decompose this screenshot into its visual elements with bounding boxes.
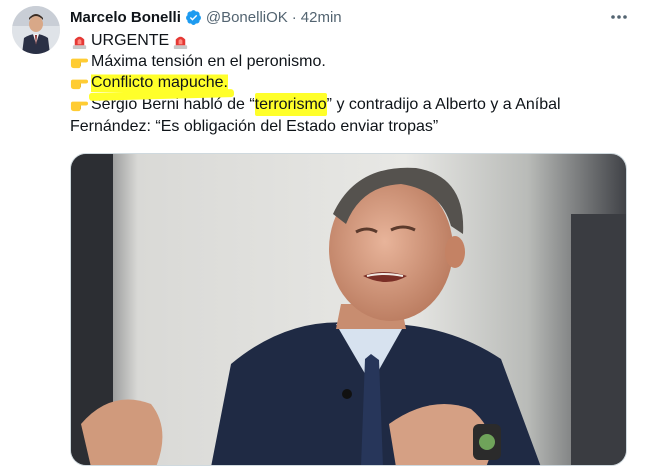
- tweet-fernandez-text: Fernández: “Es obligación del Estado env…: [70, 118, 439, 135]
- backhand-index-pointing-right-icon: [70, 79, 89, 90]
- tweet-terrorismo-term: terrorismo: [254, 93, 327, 116]
- tweet-mapuche-text: Conflicto mapuche.: [91, 72, 228, 93]
- tweet-line-mapuche: Conflicto mapuche.: [70, 72, 630, 93]
- header-separator: ·: [291, 8, 297, 26]
- tweet-header: Marcelo Bonelli @BonelliOK · 42min: [70, 7, 609, 27]
- tweet-urgente-text: URGENTE: [91, 32, 170, 49]
- tweet-line-fernandez: Fernández: “Es obligación del Estado env…: [70, 116, 630, 137]
- police-light-icon: [174, 36, 188, 50]
- police-light-icon: [72, 36, 87, 50]
- verified-badge-icon: [185, 9, 201, 25]
- tweet-timestamp[interactable]: 42min: [301, 9, 342, 26]
- author-handle[interactable]: @BonelliOK: [206, 9, 288, 26]
- tweet-text: URGENTE Máxima tensión en el peronismo. …: [70, 30, 630, 137]
- backhand-index-pointing-right-icon: [70, 101, 89, 112]
- backhand-index-pointing-right-icon: [70, 58, 89, 69]
- tweet-berni-post: ” y contradijo a Alberto y a Aníbal: [326, 96, 561, 113]
- tweet-photo[interactable]: [70, 153, 627, 466]
- tweet-line-peronismo: Máxima tensión en el peronismo.: [70, 51, 630, 72]
- more-options-icon[interactable]: [609, 7, 629, 27]
- author-avatar[interactable]: [12, 6, 60, 54]
- photo-illustration: [71, 154, 626, 465]
- tweet-peronismo-text: Máxima tensión en el peronismo.: [91, 53, 326, 70]
- tweet-line-urgente: URGENTE: [70, 30, 630, 51]
- author-name[interactable]: Marcelo Bonelli: [70, 9, 181, 26]
